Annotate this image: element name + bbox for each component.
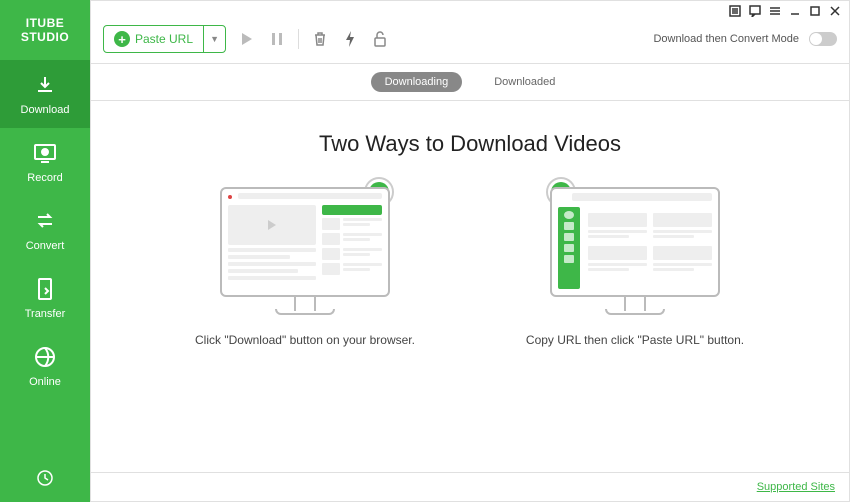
- toolbar: + Paste URL ▼ Download then Convert Mode: [91, 21, 849, 64]
- sidebar-footer: [0, 459, 90, 502]
- minimize-icon[interactable]: [789, 5, 801, 17]
- toolbar-right: Download then Convert Mode: [653, 32, 837, 46]
- convert-mode-label: Download then Convert Mode: [653, 33, 799, 45]
- screen-illustration: [220, 187, 390, 297]
- app-logo: ITUBE STUDIO: [0, 0, 90, 60]
- screen-illustration: [550, 187, 720, 297]
- menu-icon[interactable]: [769, 5, 781, 17]
- sidebar-item-online[interactable]: Online: [0, 332, 90, 400]
- monitor-illustration: ↓: [220, 187, 390, 315]
- feedback-icon[interactable]: [749, 5, 761, 17]
- tab-downloading[interactable]: Downloading: [371, 72, 463, 92]
- transfer-icon: [31, 276, 59, 302]
- convert-icon: [31, 208, 59, 234]
- content-heading: Two Ways to Download Videos: [319, 131, 621, 157]
- sidebar-item-record[interactable]: Record: [0, 128, 90, 196]
- footer: Supported Sites: [91, 472, 849, 501]
- tabs: Downloading Downloaded: [91, 64, 849, 101]
- sidebar-item-download[interactable]: Download: [0, 60, 90, 128]
- toolbar-divider: [298, 29, 299, 49]
- titlebar: [91, 1, 849, 21]
- method-browser: ↓ Click "Download" button on your browse…: [185, 187, 425, 349]
- sidebar-item-label: Transfer: [25, 308, 66, 320]
- paste-url-group: + Paste URL ▼: [103, 25, 226, 53]
- clock-icon[interactable]: [36, 469, 54, 492]
- app-window: ITUBE STUDIO Download Record Convert Tra…: [0, 0, 850, 502]
- notes-icon[interactable]: [729, 5, 741, 17]
- sidebar: ITUBE STUDIO Download Record Convert Tra…: [0, 0, 90, 502]
- unlock-icon[interactable]: [371, 30, 389, 48]
- maximize-icon[interactable]: [809, 5, 821, 17]
- paste-url-label: Paste URL: [135, 32, 193, 46]
- supported-sites-link[interactable]: Supported Sites: [757, 481, 835, 493]
- content: Two Ways to Download Videos ↓ Click "Dow…: [91, 101, 849, 472]
- method-caption: Copy URL then click "Paste URL" button.: [526, 331, 744, 349]
- sidebar-item-label: Download: [21, 104, 70, 116]
- sidebar-item-label: Online: [29, 376, 61, 388]
- paste-url-button[interactable]: + Paste URL: [104, 26, 203, 52]
- record-icon: [31, 140, 59, 166]
- method-paste-url: + Copy URL then click "Paste URL" button…: [515, 187, 755, 349]
- play-icon[interactable]: [238, 30, 256, 48]
- close-icon[interactable]: [829, 5, 841, 17]
- turbo-icon[interactable]: [341, 30, 359, 48]
- method-caption: Click "Download" button on your browser.: [195, 331, 415, 349]
- convert-mode-toggle[interactable]: [809, 32, 837, 46]
- sidebar-item-label: Record: [27, 172, 62, 184]
- sidebar-item-transfer[interactable]: Transfer: [0, 264, 90, 332]
- online-icon: [31, 344, 59, 370]
- download-icon: [31, 72, 59, 98]
- paste-url-dropdown[interactable]: ▼: [203, 26, 225, 52]
- plus-icon: +: [114, 31, 130, 47]
- methods-row: ↓ Click "Download" button on your browse…: [185, 187, 755, 349]
- delete-icon[interactable]: [311, 30, 329, 48]
- monitor-illustration: +: [550, 187, 720, 315]
- sidebar-item-convert[interactable]: Convert: [0, 196, 90, 264]
- sidebar-item-label: Convert: [26, 240, 65, 252]
- pause-icon[interactable]: [268, 30, 286, 48]
- tab-downloaded[interactable]: Downloaded: [480, 72, 569, 92]
- main-panel: + Paste URL ▼ Download then Convert Mode…: [90, 0, 850, 502]
